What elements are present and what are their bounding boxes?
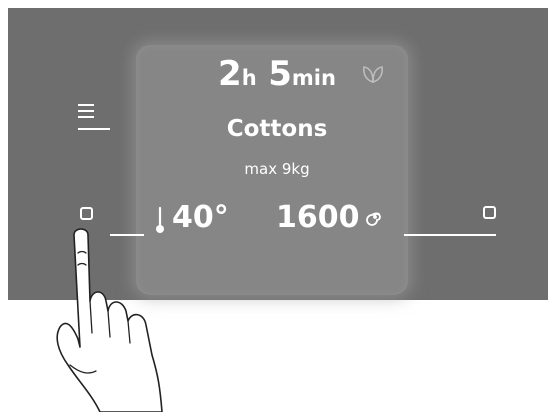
- spin-icon: [366, 212, 381, 226]
- time-hours: 2: [218, 54, 242, 94]
- max-load: max 9kg: [244, 160, 310, 178]
- spin-value: 1600: [276, 200, 360, 235]
- leaf-icon: [363, 66, 383, 84]
- right-slider-bar: [404, 234, 496, 236]
- pointing-hand-icon: [56, 228, 163, 412]
- time-minutes-unit: min: [291, 66, 336, 90]
- spin-setting[interactable]: 1600: [276, 200, 360, 235]
- remaining-time: 2h 5min: [0, 54, 554, 94]
- program-name: Cottons: [226, 116, 328, 142]
- time-minutes: 5: [268, 54, 292, 94]
- time-hours-unit: h: [241, 66, 257, 90]
- right-touch-button[interactable]: [483, 206, 496, 219]
